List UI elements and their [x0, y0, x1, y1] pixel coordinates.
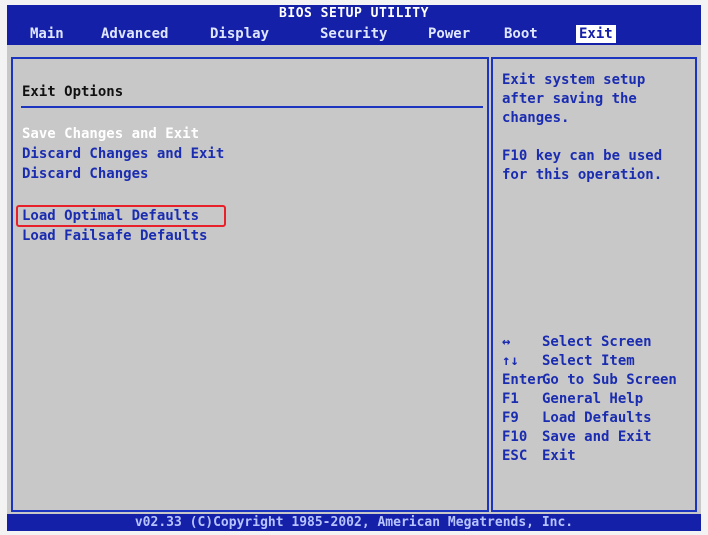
- help-line: changes.: [502, 110, 570, 126]
- key-row: F9 Load Defaults: [502, 409, 697, 428]
- tab-advanced[interactable]: Advanced: [98, 25, 171, 43]
- highlight-outline: [16, 205, 226, 227]
- help-line: Exit system setup: [502, 72, 646, 88]
- key-description: Load Defaults: [542, 410, 652, 426]
- exit-options-panel: Exit Options Save Changes and Exit Disca…: [11, 57, 489, 512]
- help-panel: Exit system setup after saving the chang…: [491, 57, 697, 512]
- left-right-arrow-icon: ↔: [502, 334, 511, 350]
- copyright-footer: v02.33 (C)Copyright 1985-2002, American …: [7, 514, 701, 531]
- key-row: Enter Go to Sub Screen: [502, 371, 697, 390]
- key-row: ↑↓ Select Item: [502, 352, 697, 371]
- help-line: after saving the: [502, 91, 637, 107]
- tab-boot[interactable]: Boot: [501, 25, 541, 43]
- key-description: General Help: [542, 391, 644, 407]
- key-description: Go to Sub Screen: [542, 372, 677, 388]
- key-row: F10 Save and Exit: [502, 428, 697, 447]
- tab-power[interactable]: Power: [425, 25, 473, 43]
- menu-bar: Main Advanced Display Security Power Boo…: [7, 22, 701, 45]
- section-divider: [21, 106, 483, 108]
- option-discard-changes[interactable]: Discard Changes: [22, 165, 148, 183]
- window-title: BIOS SETUP UTILITY: [7, 5, 701, 22]
- tab-main[interactable]: Main: [27, 25, 67, 43]
- key-row: F1 General Help: [502, 390, 697, 409]
- option-discard-changes-and-exit[interactable]: Discard Changes and Exit: [22, 145, 224, 163]
- key-label: F1: [502, 391, 519, 407]
- key-description: Select Screen: [542, 334, 652, 350]
- key-description: Save and Exit: [542, 429, 652, 445]
- key-label: F10: [502, 429, 528, 445]
- key-legend: ↔ Select Screen ↑↓ Select Item Enter Go …: [502, 333, 697, 466]
- help-text: Exit system setup after saving the chang…: [502, 71, 692, 185]
- key-label: Enter: [502, 372, 545, 388]
- key-label: ESC: [502, 448, 528, 464]
- help-note-line: for this operation.: [502, 167, 663, 183]
- key-description: Select Item: [542, 353, 635, 369]
- option-save-changes-and-exit[interactable]: Save Changes and Exit: [22, 125, 199, 143]
- tab-security[interactable]: Security: [317, 25, 390, 43]
- key-row: ↔ Select Screen: [502, 333, 697, 352]
- bios-screen: BIOS SETUP UTILITY Main Advanced Display…: [7, 5, 701, 531]
- key-label: F9: [502, 410, 519, 426]
- up-down-arrow-icon: ↑↓: [502, 353, 519, 369]
- key-row: ESC Exit: [502, 447, 697, 466]
- tab-display[interactable]: Display: [207, 25, 272, 43]
- help-note-line: F10 key can be used: [502, 148, 663, 164]
- tab-exit[interactable]: Exit: [576, 25, 616, 43]
- option-load-failsafe-defaults[interactable]: Load Failsafe Defaults: [22, 227, 207, 245]
- key-description: Exit: [542, 448, 576, 464]
- section-title: Exit Options: [22, 84, 124, 100]
